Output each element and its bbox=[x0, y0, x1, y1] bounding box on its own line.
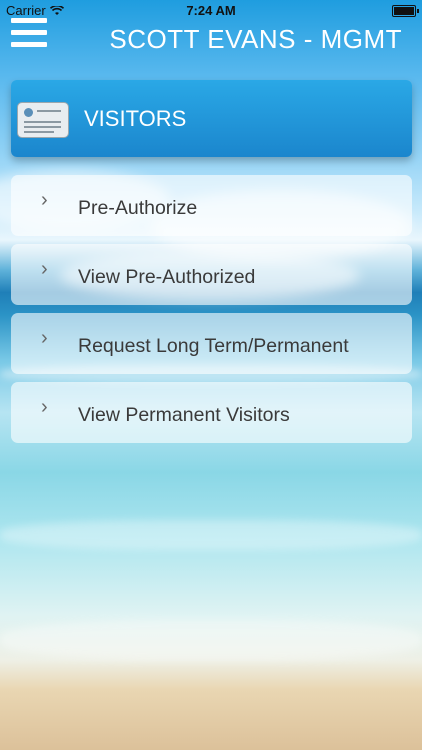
menu-item-label: Pre-Authorize bbox=[78, 197, 198, 219]
page-title: SCOTT EVANS - MGMT bbox=[109, 24, 402, 54]
app-screen: Carrier 7:24 AM SCOTT EVANS - MGMT VISIT… bbox=[0, 0, 422, 750]
surf-decoration bbox=[0, 520, 422, 550]
chevron-right-icon: › bbox=[41, 396, 48, 418]
chevron-right-icon: › bbox=[41, 189, 48, 211]
surf-decoration bbox=[0, 620, 422, 660]
menu-item-label: View Pre-Authorized bbox=[78, 266, 256, 288]
hamburger-icon[interactable] bbox=[11, 18, 47, 48]
section-title: VISITORS bbox=[84, 106, 187, 131]
chevron-right-icon: › bbox=[41, 327, 48, 349]
menu-item-view-pre-authorized[interactable]: › View Pre-Authorized bbox=[11, 244, 412, 305]
clock: 7:24 AM bbox=[186, 3, 236, 18]
menu-item-label: Request Long Term/Permanent bbox=[78, 335, 349, 357]
menu-item-pre-authorize[interactable]: › Pre-Authorize bbox=[11, 175, 412, 236]
visitors-section-header: VISITORS bbox=[11, 80, 412, 157]
menu-item-request-long-term[interactable]: › Request Long Term/Permanent bbox=[11, 313, 412, 374]
id-card-icon bbox=[17, 102, 69, 138]
chevron-right-icon: › bbox=[41, 258, 48, 280]
status-bar: Carrier 7:24 AM bbox=[0, 0, 422, 22]
menu-item-view-permanent-visitors[interactable]: › View Permanent Visitors bbox=[11, 382, 412, 443]
battery-icon bbox=[392, 5, 419, 17]
menu-item-label: View Permanent Visitors bbox=[78, 404, 290, 426]
